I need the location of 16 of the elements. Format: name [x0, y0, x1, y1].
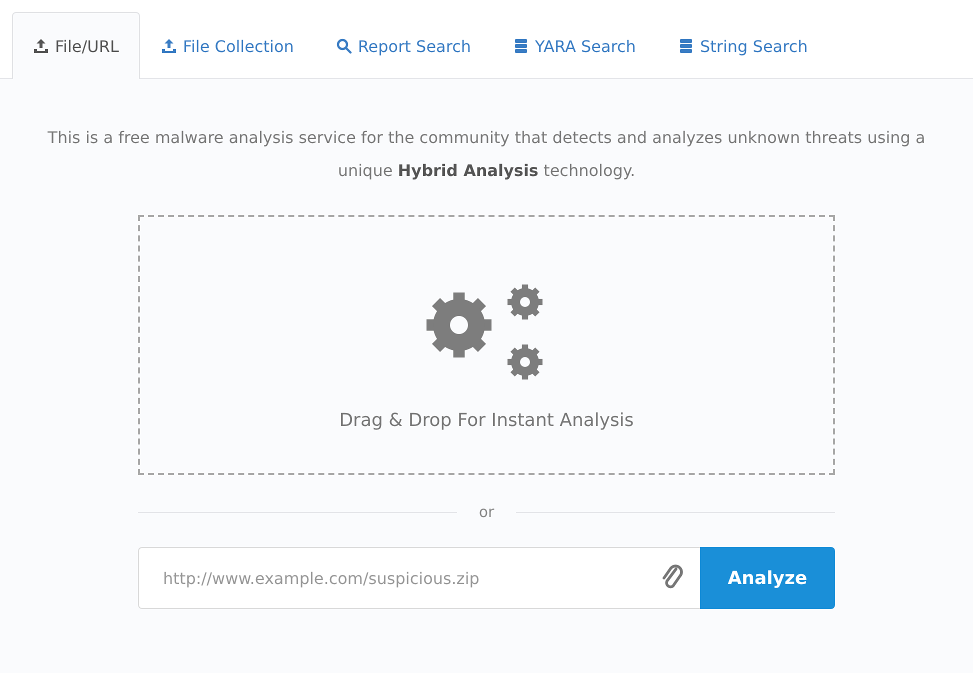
- upload-icon: [33, 38, 49, 54]
- tab[interactable]: YARA Search: [492, 12, 657, 79]
- database-icon: [513, 38, 529, 54]
- tab[interactable]: File/URL: [12, 12, 140, 79]
- tab[interactable]: Report Search: [314, 12, 492, 79]
- tab[interactable]: String Search: [656, 12, 829, 79]
- analyze-button[interactable]: Analyze: [700, 547, 835, 609]
- url-field[interactable]: http://www.example.com/suspicious.zip: [138, 547, 700, 609]
- dropzone-label: Drag & Drop For Instant Analysis: [339, 410, 634, 430]
- tab[interactable]: File Collection: [140, 12, 315, 79]
- intro-text: This is a free malware analysis service for the community that detects and analyzes unknown threats using a unique Hybrid Analysis technology.: [46, 127, 926, 182]
- upload-icon: [160, 38, 177, 54]
- database-icon: [678, 38, 694, 54]
- search-icon: [336, 38, 352, 54]
- divider-text: or: [478, 503, 494, 521]
- dropzone[interactable]: Drag & Drop For Instant Analysis: [138, 215, 835, 475]
